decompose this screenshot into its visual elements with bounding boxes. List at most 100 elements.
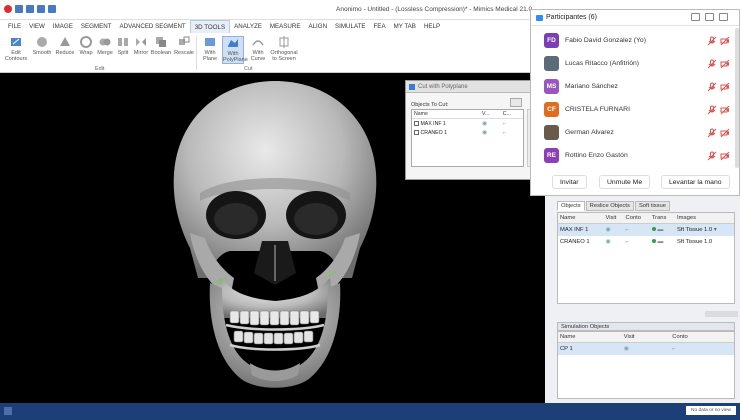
contour-icon[interactable]: ⌐: [626, 239, 629, 245]
visibility-icon[interactable]: ◉: [624, 346, 629, 352]
objects-toolbar[interactable]: [705, 311, 738, 317]
participants-panel[interactable]: Participantes (6) FD Fabio David Gonzalez…: [530, 9, 740, 196]
orthogonal-to-screen-button[interactable]: Orthogonal to Screen: [270, 36, 298, 62]
participant-row[interactable]: RE Rottino Enzo Gastón: [531, 145, 740, 167]
tab-objects[interactable]: Objects: [557, 201, 585, 211]
contour-icon[interactable]: ⌐: [672, 346, 675, 352]
unmute-me-button[interactable]: Unmute Me: [599, 175, 651, 189]
objects-grid[interactable]: Name Visit Conto Trans Images MAX INF 1 …: [557, 212, 735, 304]
undo-icon[interactable]: [37, 5, 45, 13]
mic-muted-icon[interactable]: [707, 59, 717, 69]
menu-image[interactable]: IMAGE: [49, 20, 77, 33]
participant-row[interactable]: Lucas Ritacco (Anfitrión): [531, 53, 740, 75]
menu-measure[interactable]: MEASURE: [266, 20, 305, 33]
menu-advanced-segment[interactable]: ADVANCED SEGMENT: [115, 20, 189, 33]
participant-row[interactable]: MS Mariano Sánchez: [531, 76, 740, 98]
menu-fea[interactable]: FEA: [370, 20, 390, 33]
column-visible[interactable]: Visit: [603, 213, 624, 224]
image-select[interactable]: Sft Tissue 1.0: [677, 227, 712, 233]
checkbox[interactable]: [414, 129, 419, 135]
skull-3d-model[interactable]: [150, 73, 400, 403]
column-visible[interactable]: V...: [479, 110, 501, 119]
participant-row[interactable]: CF CRISTELA FURNARI: [531, 99, 740, 121]
dialog-header[interactable]: Cut with Polyplane: [406, 81, 541, 93]
menu-file[interactable]: FILE: [4, 20, 25, 33]
rescale-button[interactable]: Rescale: [173, 36, 195, 56]
boolean-button[interactable]: Boolean: [150, 36, 172, 56]
visibility-icon[interactable]: ◉: [605, 239, 610, 245]
table-row[interactable]: CRANEO 1 ◉ ⌐ ▬ Sft Tissue 1.0: [558, 236, 734, 248]
save-icon[interactable]: [15, 5, 23, 13]
table-row[interactable]: CRANEO 1 ◉ ⌐: [412, 128, 523, 137]
column-contour[interactable]: Conto: [670, 332, 734, 343]
pop-out-icon[interactable]: [691, 13, 700, 21]
column-name[interactable]: Name: [412, 110, 480, 119]
mic-muted-icon[interactable]: [707, 128, 717, 138]
raise-hand-button[interactable]: Levantar la mano: [661, 175, 730, 189]
video-off-icon[interactable]: [720, 128, 730, 138]
visibility-icon[interactable]: ◉: [605, 227, 610, 233]
menu-segment[interactable]: SEGMENT: [77, 20, 116, 33]
transparency-bar[interactable]: ▬: [657, 239, 663, 245]
column-images[interactable]: Images: [674, 213, 734, 224]
color-dot-icon[interactable]: [651, 238, 656, 243]
contour-icon[interactable]: ⌐: [503, 130, 506, 136]
tab-soft-tissue[interactable]: Soft tissue: [634, 201, 671, 211]
column-contour[interactable]: C...: [500, 110, 523, 119]
visibility-icon[interactable]: ◉: [482, 130, 487, 136]
column-visible[interactable]: Visit: [621, 332, 671, 343]
mic-muted-icon[interactable]: [707, 36, 717, 46]
menu-3d-tools[interactable]: 3D TOOLS: [189, 20, 231, 33]
tab-reslice-objects[interactable]: Reslice Objects: [585, 201, 634, 211]
video-off-icon[interactable]: [720, 82, 730, 92]
simulation-objects-grid[interactable]: Name Visit Conto CP 1 ◉ ⌐: [557, 331, 735, 399]
mic-muted-icon[interactable]: [707, 151, 717, 161]
contour-icon[interactable]: ⌐: [503, 121, 506, 127]
menu-help[interactable]: HELP: [420, 20, 444, 33]
menu-simulate[interactable]: SIMULATE: [331, 20, 369, 33]
column-name[interactable]: Name: [558, 332, 622, 343]
rescale-label: Rescale: [174, 50, 194, 56]
transparency-bar[interactable]: ▬: [657, 227, 663, 233]
column-transparency[interactable]: Trans: [649, 213, 675, 224]
video-off-icon[interactable]: [720, 151, 730, 161]
mirror-button[interactable]: Mirror: [130, 36, 152, 56]
menu-my-tab[interactable]: MY TAB: [390, 20, 420, 33]
select-objects-button[interactable]: [510, 98, 522, 107]
table-row[interactable]: CP 1 ◉ ⌐: [558, 342, 734, 355]
cut-with-curve-button[interactable]: With Curve: [247, 36, 269, 62]
menu-align[interactable]: ALIGN: [304, 20, 331, 33]
invite-button[interactable]: Invitar: [552, 175, 587, 189]
cut-with-plane-button[interactable]: With Plane: [199, 36, 221, 62]
minimize-icon[interactable]: [705, 13, 714, 21]
checkbox[interactable]: [414, 120, 419, 126]
video-off-icon[interactable]: [720, 59, 730, 69]
column-contour[interactable]: Conto: [623, 213, 650, 224]
open-icon[interactable]: [26, 5, 34, 13]
edit-contours-button[interactable]: Edit Contours: [3, 36, 29, 62]
cut-with-polyplane-dialog[interactable]: Cut with Polyplane Objects To Cut: Name …: [405, 80, 542, 180]
video-off-icon[interactable]: [720, 105, 730, 115]
table-row[interactable]: MAX INF 1 ◉ ⌐: [412, 119, 523, 129]
smooth-button[interactable]: Smooth: [31, 36, 53, 56]
chevron-down-icon[interactable]: ▾: [714, 227, 717, 233]
scrollbar[interactable]: [735, 28, 739, 168]
table-row[interactable]: MAX INF 1 ◉ ⌐ ▬ Sft Tissue 1.0 ▾: [558, 223, 734, 236]
menu-view[interactable]: VIEW: [25, 20, 49, 33]
video-off-icon[interactable]: [720, 36, 730, 46]
participant-row[interactable]: FD Fabio David Gonzalez (Yo): [531, 30, 740, 52]
redo-icon[interactable]: [48, 5, 56, 13]
column-name[interactable]: Name: [558, 213, 604, 224]
contour-icon[interactable]: ⌐: [626, 227, 629, 233]
reduce-button[interactable]: Reduce: [54, 36, 76, 56]
quick-access-toolbar[interactable]: [4, 5, 56, 13]
mic-muted-icon[interactable]: [707, 105, 717, 115]
color-dot-icon[interactable]: [651, 226, 656, 231]
menu-analyze[interactable]: ANALYZE: [230, 20, 266, 33]
close-icon[interactable]: [719, 13, 728, 21]
objects-to-cut-list[interactable]: Name V... C... MAX INF 1 ◉ ⌐ CRANEO 1 ◉ …: [411, 109, 524, 167]
visibility-icon[interactable]: ◉: [482, 121, 487, 127]
cut-with-polyplane-button[interactable]: With PolyPlane: [222, 36, 248, 64]
mic-muted-icon[interactable]: [707, 82, 717, 92]
participant-row[interactable]: German Alvarez: [531, 122, 740, 144]
